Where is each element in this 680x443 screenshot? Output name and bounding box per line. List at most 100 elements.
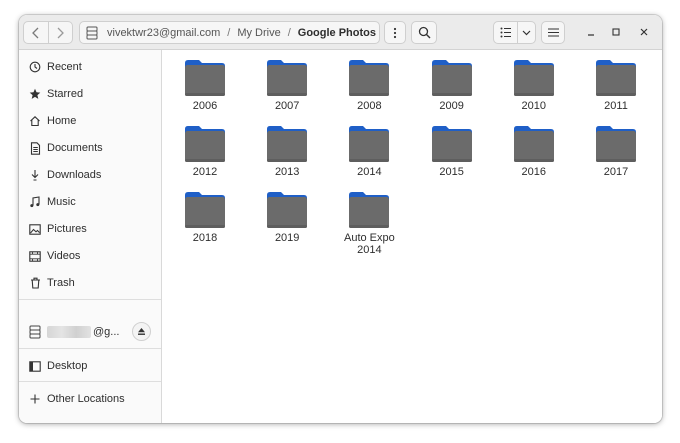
folder-icon	[267, 192, 308, 228]
sidebar-item-label: @g...	[93, 326, 120, 338]
sidebar-item-label: Recent	[47, 61, 82, 73]
sidebar-item-downloads[interactable]: Downloads	[19, 164, 161, 186]
folder-name: 2019	[274, 232, 300, 244]
folder-item[interactable]: 2013	[257, 125, 317, 178]
drive-icon	[28, 325, 42, 339]
folder-name: 2008	[357, 100, 382, 112]
home-icon	[28, 114, 42, 128]
file-manager-window: vivektwr23@gmail.com / My Drive / Google…	[19, 15, 662, 423]
sidebar-divider	[19, 299, 161, 300]
sidebar-item-trash[interactable]: Trash	[19, 272, 161, 294]
sidebar-divider	[19, 381, 161, 382]
maximize-button[interactable]	[608, 24, 624, 40]
navigation-buttons	[23, 21, 73, 44]
folder-name: 2012	[192, 166, 218, 178]
desktop-icon	[28, 359, 42, 373]
view-list-button[interactable]	[493, 21, 518, 44]
folder-item[interactable]: 2019	[257, 191, 317, 244]
folder-name: 2007	[274, 100, 300, 112]
sidebar-item-documents[interactable]: Documents	[19, 137, 161, 159]
folder-icon	[513, 60, 554, 96]
eject-icon	[138, 328, 145, 335]
back-button[interactable]	[24, 22, 48, 43]
folder-icon	[185, 192, 225, 228]
music-icon	[28, 195, 42, 209]
breadcrumb-separator: /	[227, 26, 231, 39]
folder-item[interactable]: 2007	[257, 59, 317, 112]
sidebar-item-label: Downloads	[47, 169, 102, 181]
plus-icon	[28, 392, 42, 406]
sidebar-item-desktop[interactable]: Desktop	[19, 355, 161, 377]
hamburger-menu-icon	[547, 28, 559, 37]
folder-icon	[349, 126, 390, 162]
sidebar: Recent Starred Home Documents Downloads …	[19, 50, 162, 423]
folder-name: 2009	[439, 100, 464, 112]
folder-grid: 2006 2007 2008 2009 2010 2011 2012 2013 2014 2015…	[162, 50, 662, 423]
chevron-left-icon	[31, 27, 39, 38]
sidebar-item-videos[interactable]: Videos	[19, 245, 161, 267]
chevron-down-icon	[522, 30, 531, 35]
view-options-dropdown[interactable]	[517, 21, 536, 44]
folder-name: 2018	[192, 232, 218, 244]
folder-name: Auto Expo 2014	[344, 232, 395, 256]
folder-name: 2014	[357, 166, 382, 178]
sidebar-item-label: Documents	[47, 142, 103, 154]
folder-item[interactable]: 2009	[422, 59, 482, 112]
folder-item[interactable]: 2016	[504, 125, 564, 178]
minimize-icon	[588, 34, 594, 36]
folder-item[interactable]: 2014	[339, 125, 399, 178]
close-button[interactable]	[636, 24, 652, 40]
sidebar-item-starred[interactable]: Starred	[19, 83, 161, 105]
folder-item[interactable]: Auto Expo 2014	[339, 191, 399, 256]
chevron-right-icon	[57, 27, 65, 38]
path-bar: vivektwr23@gmail.com / My Drive / Google…	[79, 21, 380, 44]
sidebar-item-google-account[interactable]: @g...	[19, 321, 127, 343]
sidebar-item-label: Videos	[47, 250, 81, 262]
search-icon	[418, 26, 430, 39]
redacted-username	[47, 326, 91, 338]
eject-button[interactable]	[132, 322, 151, 341]
folder-icon	[431, 60, 472, 96]
sidebar-item-pictures[interactable]: Pictures	[19, 218, 161, 240]
folder-name: 2011	[604, 100, 628, 112]
sidebar-item-home[interactable]: Home	[19, 110, 161, 132]
sidebar-item-label: Trash	[47, 277, 75, 289]
folder-icon	[349, 60, 390, 96]
folder-item[interactable]: 2010	[504, 59, 564, 112]
breadcrumb-separator: /	[287, 26, 291, 39]
folder-item[interactable]: 2012	[175, 125, 235, 178]
trash-icon	[28, 276, 42, 290]
sidebar-item-label: Starred	[47, 88, 84, 100]
sidebar-item-other-locations[interactable]: Other Locations	[19, 388, 161, 410]
main-menu-button[interactable]	[541, 21, 565, 44]
path-menu-button[interactable]	[384, 21, 406, 44]
drive-icon	[80, 26, 104, 40]
breadcrumb-google-photos[interactable]: Google Photos	[295, 27, 379, 39]
folder-name: 2010	[521, 100, 547, 112]
sidebar-item-music[interactable]: Music	[19, 191, 161, 213]
folder-icon	[267, 126, 308, 162]
folder-item[interactable]: 2018	[175, 191, 235, 244]
breadcrumb-my-drive[interactable]: My Drive	[234, 27, 283, 39]
folder-icon	[185, 60, 225, 96]
folder-icon	[596, 60, 636, 96]
more-vertical-icon	[393, 27, 397, 38]
breadcrumb-account[interactable]: vivektwr23@gmail.com	[104, 27, 223, 39]
folder-item[interactable]: 2017	[586, 125, 646, 178]
sidebar-item-label: Desktop	[47, 360, 88, 372]
forward-button[interactable]	[47, 22, 73, 43]
sidebar-divider	[19, 348, 161, 349]
folder-item[interactable]: 2011	[586, 59, 646, 112]
folder-name: 2016	[521, 166, 547, 178]
search-button[interactable]	[411, 21, 437, 44]
folder-icon	[185, 126, 225, 162]
folder-icon	[349, 192, 390, 228]
folder-item[interactable]: 2015	[422, 125, 482, 178]
folder-icon	[513, 126, 554, 162]
header-bar: vivektwr23@gmail.com / My Drive / Google…	[19, 15, 662, 50]
folder-item[interactable]: 2006	[175, 59, 235, 112]
sidebar-item-recent[interactable]: Recent	[19, 56, 161, 78]
star-icon	[28, 87, 42, 101]
minimize-button[interactable]	[583, 24, 599, 40]
folder-item[interactable]: 2008	[339, 59, 399, 112]
